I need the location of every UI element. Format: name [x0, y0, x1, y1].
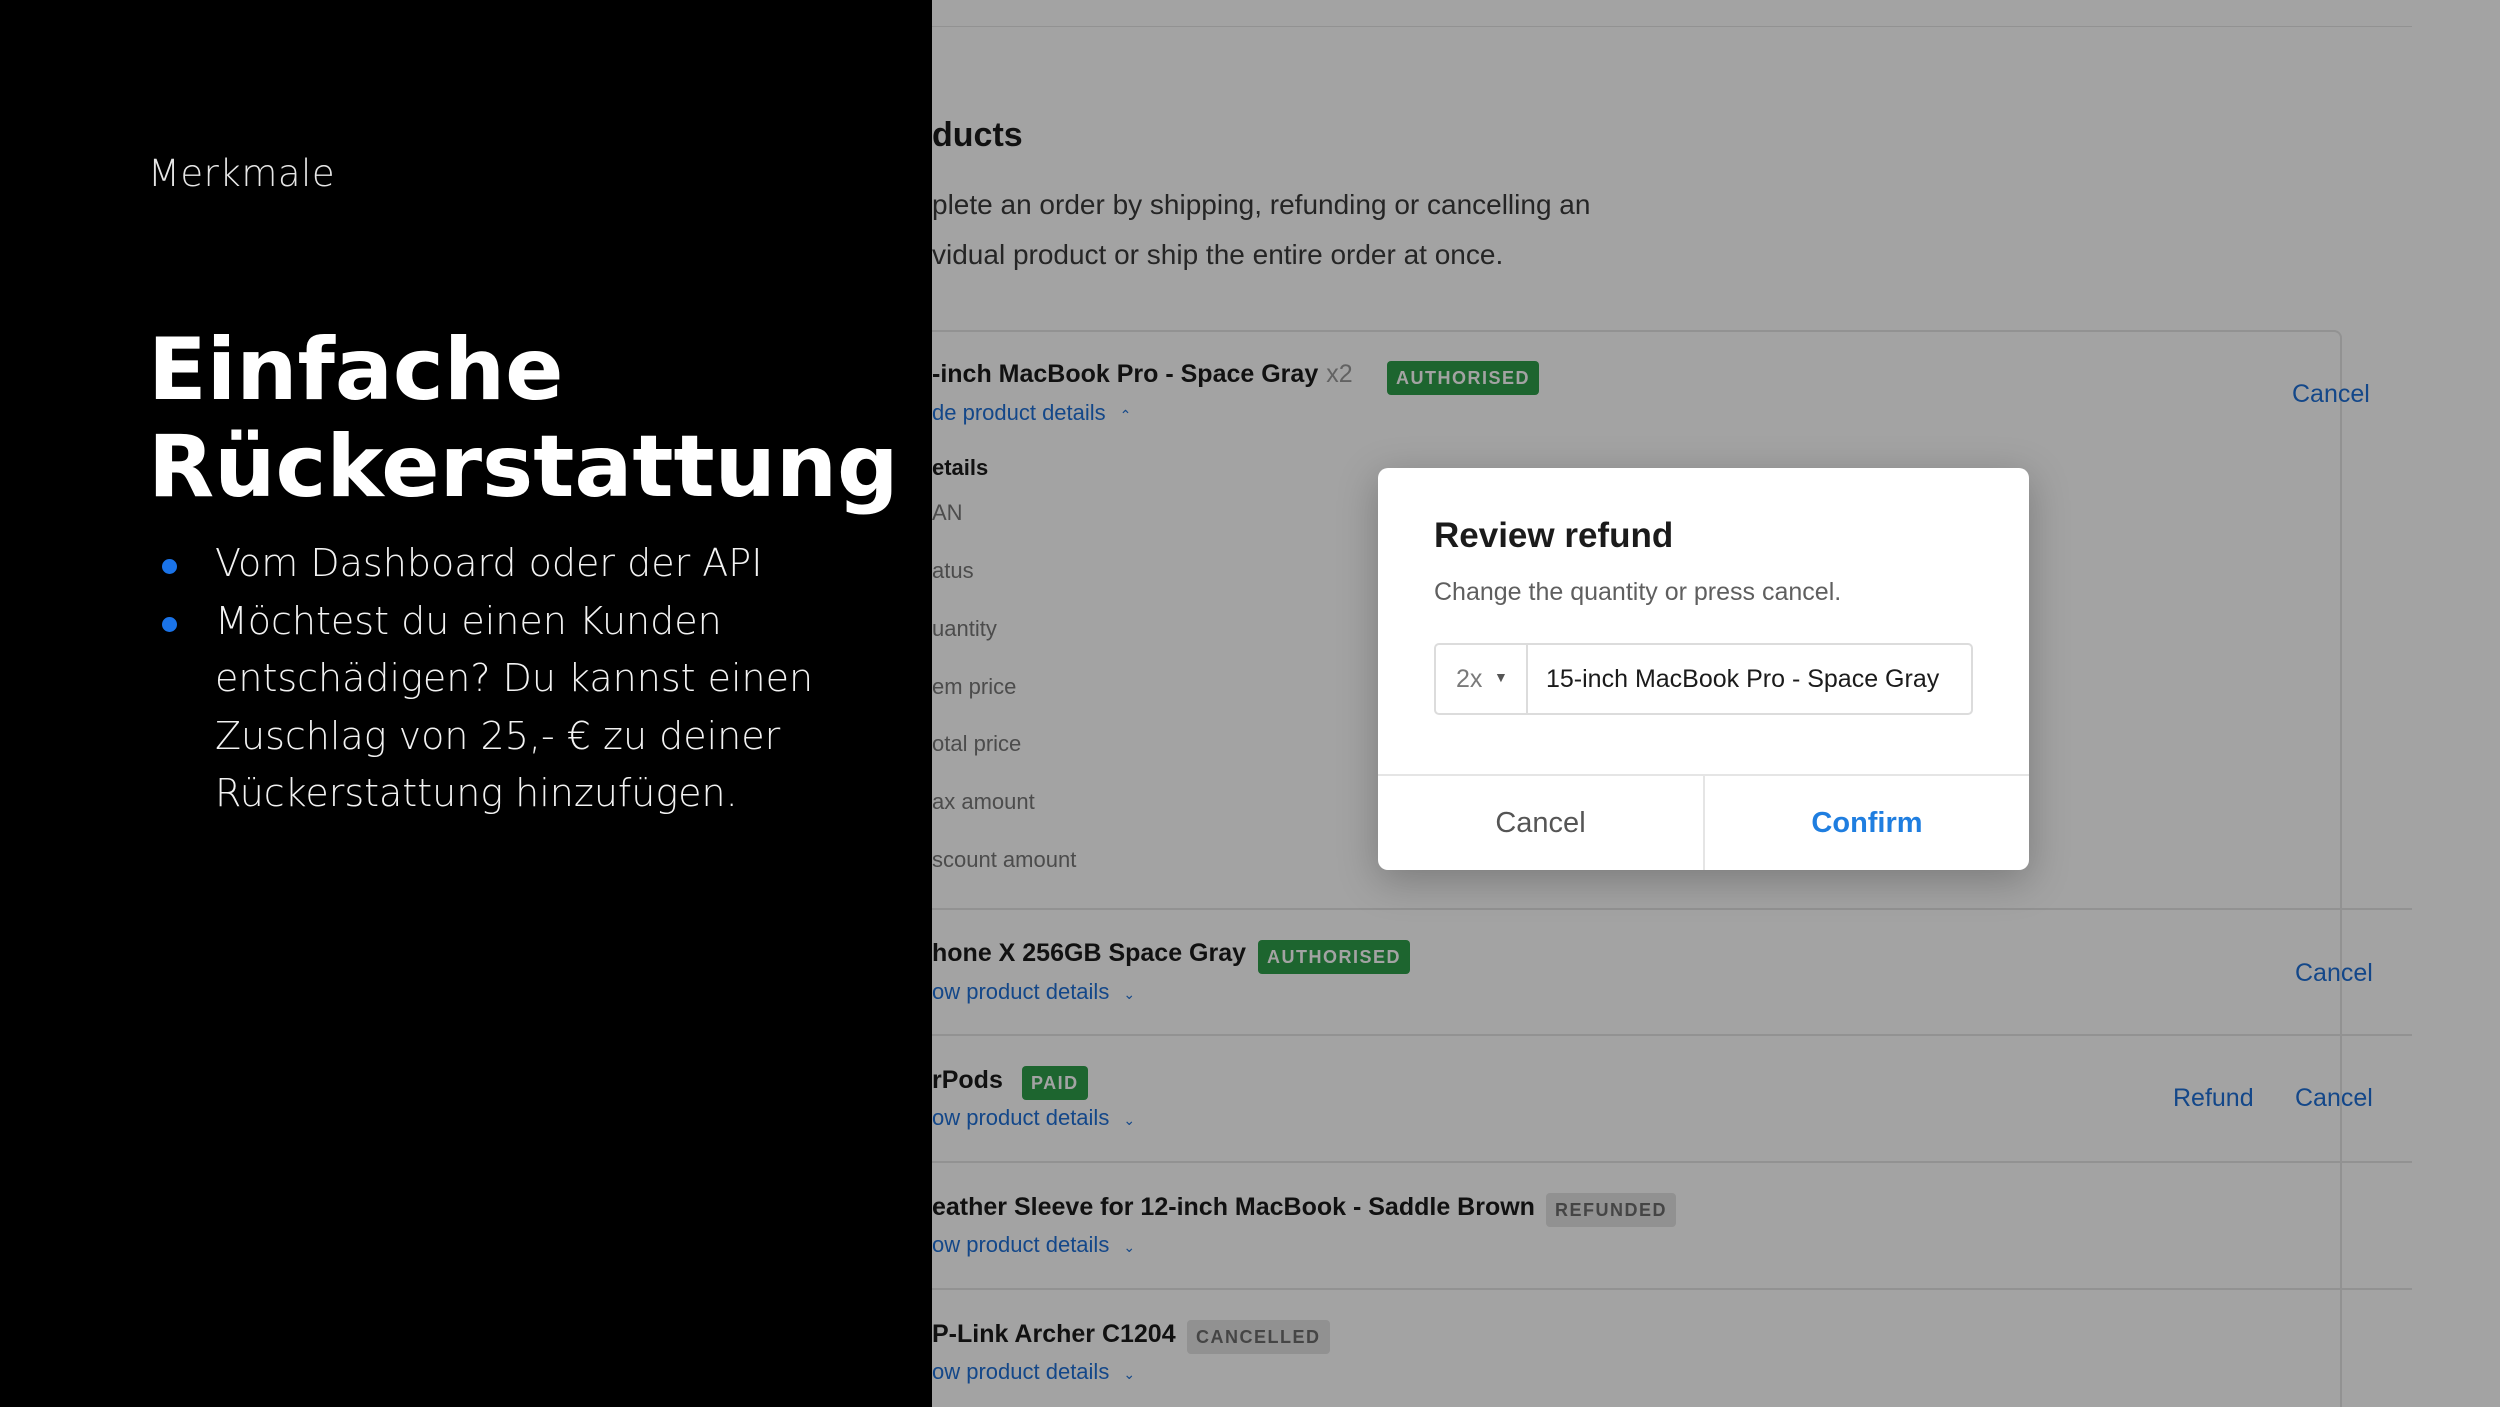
confirm-button[interactable]: Confirm — [1705, 776, 2029, 870]
bullet-item: Möchtest du einen Kunden entschädigen? D… — [148, 593, 868, 823]
bullet-item: Vom Dashboard oder der API — [148, 535, 868, 593]
bullet-dot-icon — [162, 616, 177, 632]
refund-item-row: 2x ▼ 15-inch MacBook Pro - Space Gray — [1434, 643, 1973, 715]
slide-headline: Einfache Rückerstattung — [148, 322, 928, 516]
slide-panel: Merkmale Einfache Rückerstattung Vom Das… — [0, 0, 932, 1407]
bullet-text: Möchtest du einen Kunden entschädigen? D… — [215, 598, 814, 816]
caret-down-icon: ▼ — [1494, 669, 1508, 685]
slide-eyebrow: Merkmale — [148, 152, 336, 195]
refund-product-name: 15-inch MacBook Pro - Space Gray — [1546, 665, 1940, 693]
quantity-select[interactable]: 2x ▼ — [1436, 645, 1528, 713]
cancel-button[interactable]: Cancel — [1378, 776, 1703, 870]
bullet-dot-icon — [162, 559, 177, 574]
headline-line-2: Rückerstattung — [148, 417, 899, 517]
quantity-value: 2x — [1456, 665, 1483, 693]
review-refund-dialog: Review refund Change the quantity or pre… — [1378, 468, 2029, 870]
bullet-text: Vom Dashboard oder der API — [215, 541, 763, 585]
bullet-list: Vom Dashboard oder der API Möchtest du e… — [148, 535, 868, 823]
headline-line-1: Einfache — [148, 320, 564, 420]
dialog-title: Review refund — [1434, 516, 1674, 555]
dialog-subtitle: Change the quantity or press cancel. — [1434, 578, 1842, 606]
